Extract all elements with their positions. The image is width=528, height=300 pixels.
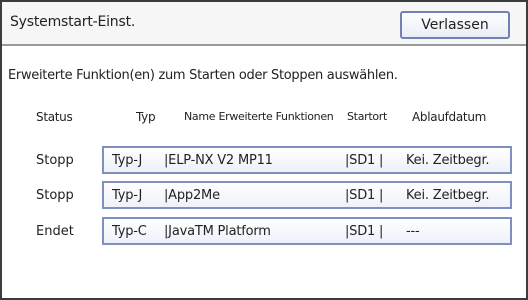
column-header-name: Name Erweiterte Funktionen <box>184 110 334 123</box>
extended-feature-row[interactable]: Typ-C |JavaTM Platform |SD1 | --- <box>102 217 512 245</box>
header-bar: Systemstart-Einst. Verlassen <box>2 2 526 46</box>
row-name: |App2Me <box>164 188 220 203</box>
column-header-type: Typ <box>136 110 156 124</box>
row-start-location: |SD1 | <box>345 188 384 203</box>
row-status: Endet <box>36 224 74 239</box>
startup-settings-window: Systemstart-Einst. Verlassen Erweiterte … <box>0 0 528 300</box>
row-type: Typ-C <box>112 224 147 239</box>
extended-feature-row[interactable]: Typ-J |ELP-NX V2 MP11 |SD1 | Kei. Zeitbe… <box>102 146 512 174</box>
row-status: Stopp <box>36 153 74 168</box>
row-name: |ELP-NX V2 MP11 <box>164 153 273 168</box>
column-header-start-location: Startort <box>347 110 388 123</box>
exit-button[interactable]: Verlassen <box>400 11 510 39</box>
row-type: Typ-J <box>112 188 143 203</box>
row-name: |JavaTM Platform <box>164 224 271 239</box>
row-status: Stopp <box>36 188 74 203</box>
row-expiration: Kei. Zeitbegr. <box>406 153 490 168</box>
row-expiration: Kei. Zeitbegr. <box>406 188 490 203</box>
column-header-expiration: Ablaufdatum <box>412 110 487 124</box>
extended-feature-row[interactable]: Typ-J |App2Me |SD1 | Kei. Zeitbegr. <box>102 181 512 209</box>
row-start-location: |SD1 | <box>345 224 384 239</box>
row-type: Typ-J <box>112 153 143 168</box>
row-start-location: |SD1 | <box>345 153 384 168</box>
page-title: Systemstart-Einst. <box>10 14 136 30</box>
column-header-status: Status <box>36 110 73 124</box>
instruction-text: Erweiterte Funktion(en) zum Starten oder… <box>8 68 398 83</box>
row-expiration: --- <box>406 224 420 239</box>
